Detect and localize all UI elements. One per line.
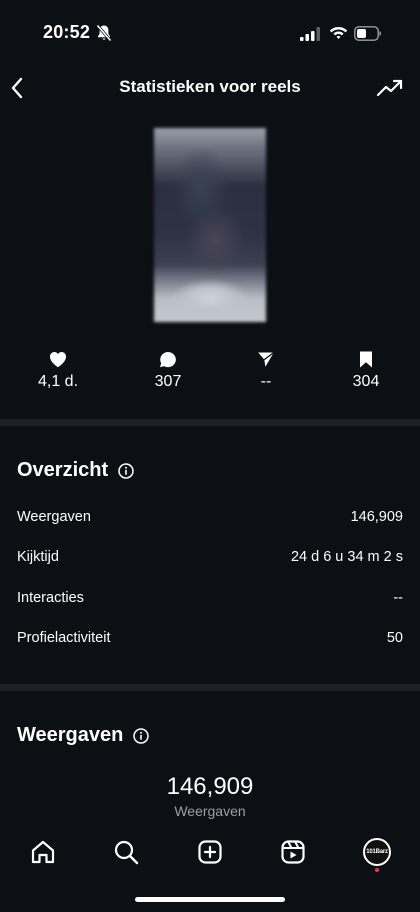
section-divider <box>0 419 420 426</box>
overview-title: Overzicht <box>17 459 134 482</box>
likes-stat: 4,1 d. <box>13 348 103 391</box>
shares-count: -- <box>260 373 272 390</box>
row-value: -- <box>393 590 403 606</box>
wifi-icon <box>329 27 348 39</box>
overview-row-views[interactable]: Weergaven 146,909 <box>17 509 403 529</box>
status-time: 20:52 <box>43 22 91 42</box>
overview-row-watch-time[interactable]: Kijktijd 24 d 6 u 34 m 2 s <box>17 549 403 569</box>
bookmark-icon <box>360 351 372 368</box>
saves-count: 304 <box>352 373 380 390</box>
send-icon <box>258 351 275 367</box>
comment-icon <box>160 351 176 368</box>
profile-avatar[interactable]: 101Barz <box>363 838 391 866</box>
notification-dot <box>375 868 379 872</box>
overview-row-interactions[interactable]: Interacties -- <box>17 590 403 610</box>
row-label: Profielactiviteit <box>17 630 111 646</box>
comments-stat: 307 <box>123 348 213 391</box>
comments-count: 307 <box>154 373 182 390</box>
row-value: 50 <box>386 630 403 646</box>
signal-icon <box>300 27 320 41</box>
views-title-text: Weergaven <box>17 724 124 746</box>
battery-icon <box>354 26 382 41</box>
top-header: Statistieken voor reels <box>0 64 420 112</box>
avatar-text: 101Barz <box>365 840 389 864</box>
reels-icon[interactable] <box>279 838 307 866</box>
engagement-stats: 4,1 d. 307 -- 304 <box>0 348 420 398</box>
row-label: Interacties <box>17 590 84 606</box>
saves-stat: 304 <box>321 348 411 391</box>
page-title: Statistieken voor reels <box>119 77 301 96</box>
shares-stat: -- <box>221 348 311 391</box>
overview-title-text: Overzicht <box>17 459 109 481</box>
reel-thumbnail[interactable] <box>154 128 266 322</box>
info-icon[interactable] <box>118 462 134 479</box>
row-label: Weergaven <box>17 509 91 525</box>
row-value: 146,909 <box>350 509 403 525</box>
overview-row-profile-activity[interactable]: Profielactiviteit 50 <box>17 630 403 650</box>
views-total: 146,909 <box>166 773 254 800</box>
views-title: Weergaven <box>17 724 150 747</box>
views-total-label: Weergaven <box>174 803 246 819</box>
home-icon[interactable] <box>29 838 57 866</box>
home-indicator[interactable] <box>135 897 285 902</box>
create-icon[interactable] <box>196 838 224 866</box>
likes-count: 4,1 d. <box>37 373 79 390</box>
heart-icon <box>50 352 66 368</box>
status-bar: 20:52 <box>0 0 420 64</box>
bell-off-icon <box>96 24 112 42</box>
info-icon[interactable] <box>133 727 150 744</box>
row-label: Kijktijd <box>17 549 59 565</box>
section-divider <box>0 684 420 691</box>
trending-icon[interactable] <box>376 76 404 100</box>
search-icon[interactable] <box>112 838 140 866</box>
row-value: 24 d 6 u 34 m 2 s <box>290 549 403 565</box>
